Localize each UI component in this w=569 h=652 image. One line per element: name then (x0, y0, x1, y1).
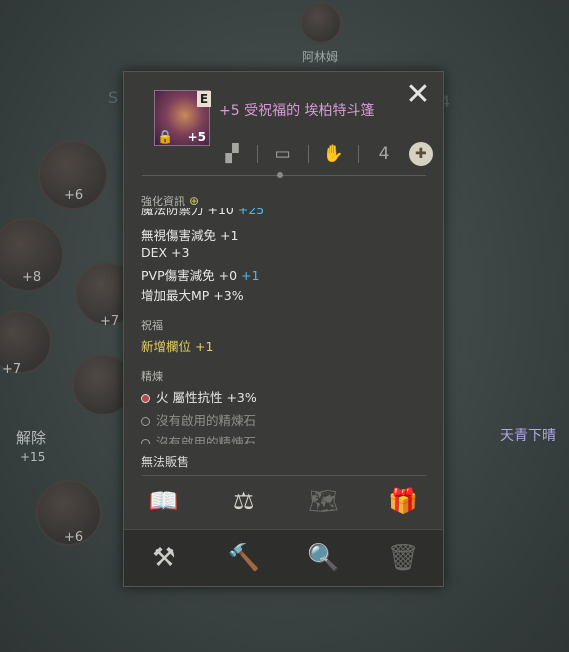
bg-npc-marker (300, 2, 342, 44)
stat-line-partial: 魔法防禦力 +10 +25 (141, 208, 264, 217)
refine-label: 火 屬性抗性 +3% (156, 390, 257, 405)
item-tooltip: ✕ E 🔒 +5 +5 受祝福的 埃柏特斗篷 ▞ ▭ ✋ 4 ✚ 強化資訊 ⊕ 魔… (123, 71, 444, 587)
map-icon[interactable]: 🗺 (303, 487, 343, 515)
empty-refine-slot: 沒有啟用的精煉石 (141, 432, 256, 444)
stat-line: DEX +3 (141, 245, 190, 260)
gift-box-icon[interactable]: 🎁 (383, 487, 423, 515)
item-attribute-icons: ▞ ▭ ✋ 4 ✚ (218, 134, 433, 174)
scroll-track (142, 175, 426, 176)
refine-line: 火 屬性抗性 +3% (141, 387, 257, 406)
lock-icon[interactable]: 🔒 (157, 130, 173, 145)
enhance-level: +5 (187, 130, 206, 144)
stat-bonus: +1 (241, 268, 260, 283)
stat-label: PVP傷害減免 +0 (141, 268, 238, 283)
bg-slot-level: +7 (100, 314, 120, 329)
zoom-icon[interactable]: ⊕ (189, 194, 199, 208)
empty-refine-slot: 沒有啟用的精煉石 (141, 410, 256, 429)
stack-number: 4 (378, 144, 390, 164)
stat-line: 增加最大MP +3% (141, 288, 244, 303)
divider (256, 145, 258, 163)
bg-slot-level: +6 (64, 530, 84, 545)
bless-label: 新增欄位 (141, 339, 192, 354)
refine-stone-icon (141, 394, 150, 403)
bg-slot-level: +8 (22, 270, 42, 285)
trash-icon[interactable]: 🗑 (383, 543, 423, 573)
bless-line: 新增欄位 +1 (141, 336, 213, 355)
not-sellable-label: 無法販售 (141, 455, 190, 469)
stack-4-icon[interactable]: 4 (370, 144, 398, 164)
enhance-section-title: 強化資訊 ⊕ (141, 193, 199, 209)
item-action-row: 📖 ⚖ 🗺 🎁 (124, 473, 443, 528)
bless-section-title: 祝福 (141, 319, 163, 332)
bg-mark-left: S (108, 88, 119, 107)
player-name[interactable]: 天青下晴 (500, 425, 556, 445)
grade-badge: E (197, 91, 211, 107)
stat-line: PVP傷害減免 +0 +1 (141, 265, 259, 284)
empty-slot-icon (141, 439, 150, 444)
divider (307, 145, 309, 163)
item-thumbnail: E 🔒 +5 (154, 90, 211, 146)
book-icon[interactable]: 📖 (144, 487, 184, 515)
empty-slot-label: 沒有啟用的精煉石 (156, 413, 257, 428)
enhance-section-label: 強化資訊 (141, 195, 185, 208)
chest-icon[interactable]: ▭ (269, 144, 297, 164)
bg-slot-level: +6 (64, 188, 84, 203)
scroll-handle[interactable] (277, 172, 283, 178)
hammer-icon[interactable]: 🔨 (224, 543, 264, 573)
armor-pair-icon[interactable]: ▞ (218, 144, 246, 164)
glove-icon[interactable]: ✋ (319, 144, 347, 164)
empty-slot-label: 沒有啟用的精煉石 (156, 435, 257, 444)
bottom-action-bar: ⚒ 🔨 🔍 🗑 (124, 529, 443, 586)
stat-partial-bonus: +25 (237, 208, 265, 217)
magnifier-exchange-icon[interactable]: 🔍 (303, 543, 343, 573)
item-name: +5 受祝福的 埃柏特斗篷 (219, 103, 375, 119)
bless-value: +1 (195, 339, 214, 354)
bg-npc-name: 阿林姆 (302, 50, 339, 64)
remove-label[interactable]: 解除 (16, 427, 46, 448)
anvil-icon[interactable]: ⚒ (144, 543, 184, 573)
empty-slot-icon (141, 417, 150, 426)
scales-icon[interactable]: ⚖ (224, 487, 264, 515)
refine-section-title: 精煉 (141, 370, 163, 383)
bg-slot-level: +15 (20, 450, 46, 464)
close-icon[interactable]: ✕ (403, 80, 433, 110)
stat-partial-label: 魔法防禦力 +10 (141, 208, 234, 217)
bg-slot-level: +7 (2, 362, 22, 377)
stat-line: 無視傷害減免 +1 (141, 228, 239, 243)
divider (358, 145, 360, 163)
add-badge-icon[interactable]: ✚ (408, 142, 433, 166)
